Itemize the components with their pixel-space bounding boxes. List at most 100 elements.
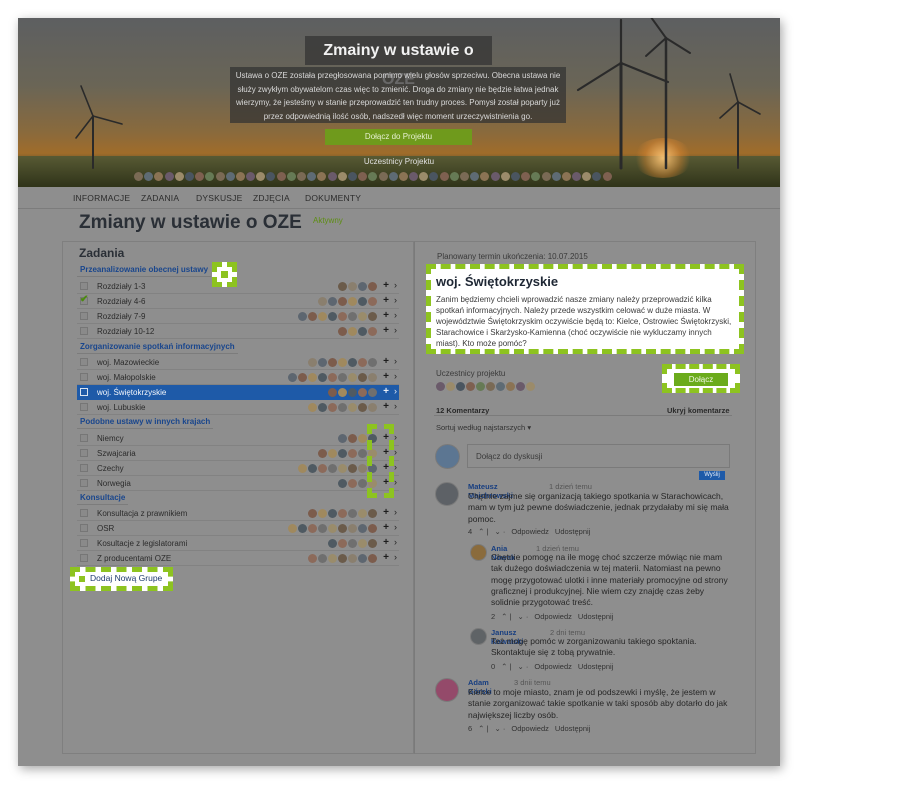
task-checkbox[interactable]: [80, 539, 88, 547]
upvote-icon[interactable]: ⌃ |: [501, 612, 511, 621]
chevron-right-icon[interactable]: ›: [394, 356, 397, 366]
share-link[interactable]: Udostępnij: [555, 724, 590, 733]
group-header-ustawa[interactable]: Przeanalizowanie obecnej ustawy: [77, 263, 212, 277]
chevron-right-icon[interactable]: ›: [394, 432, 397, 442]
tab-dyskusje[interactable]: DYSKUSJE: [196, 193, 242, 203]
share-link[interactable]: Udostępnij: [578, 612, 613, 621]
group-header-konsultacje[interactable]: Konsultacje: [77, 491, 129, 505]
task-checkbox[interactable]: [80, 464, 88, 472]
chevron-right-icon[interactable]: ›: [394, 507, 397, 517]
plus-icon[interactable]: +: [383, 295, 389, 306]
plus-icon[interactable]: +: [383, 371, 389, 382]
task-checkbox[interactable]: [80, 282, 88, 290]
hide-comments-link[interactable]: Ukryj komentarze: [667, 406, 730, 415]
plus-icon[interactable]: +: [383, 280, 389, 291]
plus-icon[interactable]: +: [383, 537, 389, 548]
task-row[interactable]: Rozdziały 10-12 + ›: [77, 324, 399, 339]
plus-icon[interactable]: +: [383, 386, 389, 397]
plus-icon[interactable]: +: [383, 325, 389, 336]
chevron-right-icon[interactable]: ›: [394, 447, 397, 457]
chevron-right-icon[interactable]: ›: [394, 477, 397, 487]
chevron-right-icon[interactable]: ›: [394, 371, 397, 381]
chevron-right-icon[interactable]: ›: [394, 386, 397, 396]
downvote-icon[interactable]: ⌄ ·: [518, 662, 529, 671]
task-row[interactable]: woj. Mazowieckie + ›: [77, 355, 399, 370]
chevron-right-icon[interactable]: ›: [394, 537, 397, 547]
chevron-right-icon[interactable]: ›: [394, 401, 397, 411]
discussion-input[interactable]: Dołącz do dyskusji: [467, 444, 730, 468]
avatar: [338, 523, 347, 533]
chevron-right-icon[interactable]: ›: [394, 295, 397, 305]
add-task-icon[interactable]: [221, 271, 228, 278]
task-row[interactable]: Konsultacja z prawnikiem + ›: [77, 506, 399, 521]
task-row[interactable]: Z producentami OZE + ›: [77, 551, 399, 566]
reply-link[interactable]: Odpowiedz: [511, 724, 549, 733]
task-row[interactable]: woj. Lubuskie + ›: [77, 400, 399, 415]
avatar: [460, 172, 469, 181]
plus-icon[interactable]: +: [383, 356, 389, 367]
share-link[interactable]: Udostępnij: [578, 662, 613, 671]
task-row[interactable]: OSR + ›: [77, 521, 399, 536]
downvote-icon[interactable]: ⌄ ·: [495, 724, 506, 733]
comment-actions: 2 ⌃ | ⌄ · Odpowiedz Udostępnij: [491, 612, 619, 621]
task-row[interactable]: ✔ Rozdziały 4-6 + ›: [77, 294, 399, 309]
tab-dokumenty[interactable]: DOKUMENTY: [305, 193, 361, 203]
chevron-right-icon[interactable]: ›: [394, 522, 397, 532]
reply-link[interactable]: Odpowiedz: [511, 527, 549, 536]
task-row[interactable]: Szwajcaria + ›: [77, 446, 399, 461]
task-checkbox[interactable]: [80, 449, 88, 457]
upvote-icon[interactable]: ⌃ |: [478, 724, 488, 733]
chevron-right-icon[interactable]: ›: [394, 310, 397, 320]
task-checkbox[interactable]: [80, 327, 88, 335]
plus-icon[interactable]: +: [383, 552, 389, 563]
avatar: [368, 538, 377, 548]
task-row[interactable]: Niemcy + ›: [77, 431, 399, 446]
reply-link[interactable]: Odpowiedz: [534, 662, 572, 671]
task-row[interactable]: woj. Małopolskie + ›: [77, 370, 399, 385]
task-row[interactable]: woj. Świętokrzyskie + ›: [77, 385, 399, 400]
task-row[interactable]: Norwegia + ›: [77, 476, 399, 491]
task-checkbox[interactable]: [80, 373, 88, 381]
task-checkbox[interactable]: [80, 554, 88, 562]
chevron-right-icon[interactable]: ›: [394, 462, 397, 472]
sort-dropdown[interactable]: Sortuj według najstarszych ▾: [436, 423, 531, 432]
avatar: [480, 172, 490, 181]
task-name: Konsultacja z prawnikiem: [97, 509, 188, 518]
tab-zdjecia[interactable]: ZDJĘCIA: [253, 193, 290, 203]
send-button[interactable]: Wyślij: [699, 471, 725, 480]
upvote-icon[interactable]: ⌃ |: [501, 662, 511, 671]
task-checkbox[interactable]: [80, 358, 88, 366]
group-header-kraje[interactable]: Podobne ustawy w innych krajach: [77, 415, 214, 429]
task-row[interactable]: Czechy + ›: [77, 461, 399, 476]
task-checkbox[interactable]: [80, 509, 88, 517]
group-header-spotkania[interactable]: Zorganizowanie spotkań informacyjnych: [77, 340, 238, 354]
task-row[interactable]: Kosultacje z legislatorami + ›: [77, 536, 399, 551]
tab-informacje[interactable]: INFORMACJE: [73, 193, 130, 203]
plus-icon[interactable]: +: [383, 310, 389, 321]
task-checkbox[interactable]: [80, 312, 88, 320]
task-checkbox[interactable]: [80, 479, 88, 487]
add-group-button[interactable]: Dodaj Nową Grupe: [90, 573, 162, 583]
plus-icon[interactable]: +: [383, 401, 389, 412]
avatar: [144, 172, 154, 181]
share-link[interactable]: Udostępnij: [555, 527, 590, 536]
task-row[interactable]: Rozdziały 7-9 + ›: [77, 309, 399, 324]
task-checkbox[interactable]: [80, 524, 88, 532]
reply-link[interactable]: Odpowiedz: [534, 612, 572, 621]
join-task-button[interactable]: Dołącz: [674, 373, 728, 386]
upvote-icon[interactable]: ⌃ |: [478, 527, 488, 536]
downvote-icon[interactable]: ⌄ ·: [518, 612, 529, 621]
task-checkbox[interactable]: [80, 403, 88, 411]
task-checkbox[interactable]: [80, 434, 88, 442]
tab-zadania[interactable]: ZADANIA: [141, 193, 179, 203]
join-project-button[interactable]: Dołącz do Projektu: [325, 129, 472, 145]
chevron-right-icon[interactable]: ›: [394, 552, 397, 562]
chevron-right-icon[interactable]: ›: [394, 325, 397, 335]
downvote-icon[interactable]: ⌄ ·: [495, 527, 506, 536]
plus-icon[interactable]: +: [383, 507, 389, 518]
task-row[interactable]: Rozdziały 1-3 + ›: [77, 279, 399, 294]
avatar: [449, 172, 459, 181]
chevron-right-icon[interactable]: ›: [394, 280, 397, 290]
task-checkbox[interactable]: [80, 388, 88, 396]
plus-icon[interactable]: +: [383, 522, 389, 533]
